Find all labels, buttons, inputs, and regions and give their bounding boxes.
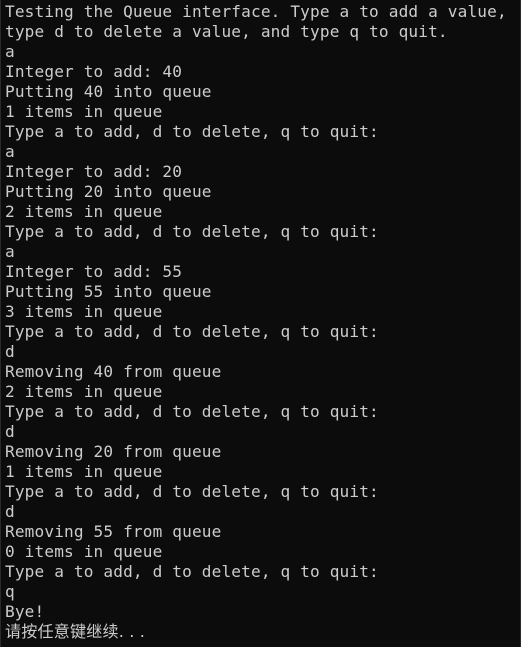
console-line: d	[5, 422, 15, 441]
console-line: 3 items in queue	[5, 302, 163, 321]
console-line: 2 items in queue	[5, 382, 163, 401]
console-line: type d to delete a value, and type q to …	[5, 22, 448, 41]
console-line: Integer to add: 55	[5, 262, 183, 281]
console-line: 2 items in queue	[5, 202, 163, 221]
console-line: 1 items in queue	[5, 462, 163, 481]
console-line: 0 items in queue	[5, 542, 163, 561]
console-line: a	[5, 42, 15, 61]
console-line: Putting 20 into queue	[5, 182, 212, 201]
console-line: Type a to add, d to delete, q to quit:	[5, 122, 379, 141]
console-line: Type a to add, d to delete, q to quit:	[5, 222, 379, 241]
console-line: Bye!	[5, 602, 45, 621]
console-line: d	[5, 342, 15, 361]
console-line: Testing the Queue interface. Type a to a…	[5, 2, 507, 21]
console-line: Type a to add, d to delete, q to quit:	[5, 322, 379, 341]
console-line: Type a to add, d to delete, q to quit:	[5, 482, 379, 501]
console-line: d	[5, 502, 15, 521]
console-line: Integer to add: 20	[5, 162, 183, 181]
console-line: Type a to add, d to delete, q to quit:	[5, 562, 379, 581]
console-line: Type a to add, d to delete, q to quit:	[5, 402, 379, 421]
console-line: Integer to add: 40	[5, 62, 183, 81]
console-line-press-any-key: 请按任意键继续. . .	[5, 622, 146, 641]
console-line: a	[5, 142, 15, 161]
console-window[interactable]: Testing the Queue interface. Type a to a…	[0, 0, 521, 647]
console-line: Putting 40 into queue	[5, 82, 212, 101]
console-line: a	[5, 242, 15, 261]
console-line: Removing 55 from queue	[5, 522, 222, 541]
console-line: Removing 20 from queue	[5, 442, 222, 461]
console-line: Putting 55 into queue	[5, 282, 212, 301]
console-line: 1 items in queue	[5, 102, 163, 121]
console-output: Testing the Queue interface. Type a to a…	[5, 2, 520, 642]
console-line: q	[5, 582, 15, 601]
console-line: Removing 40 from queue	[5, 362, 222, 381]
